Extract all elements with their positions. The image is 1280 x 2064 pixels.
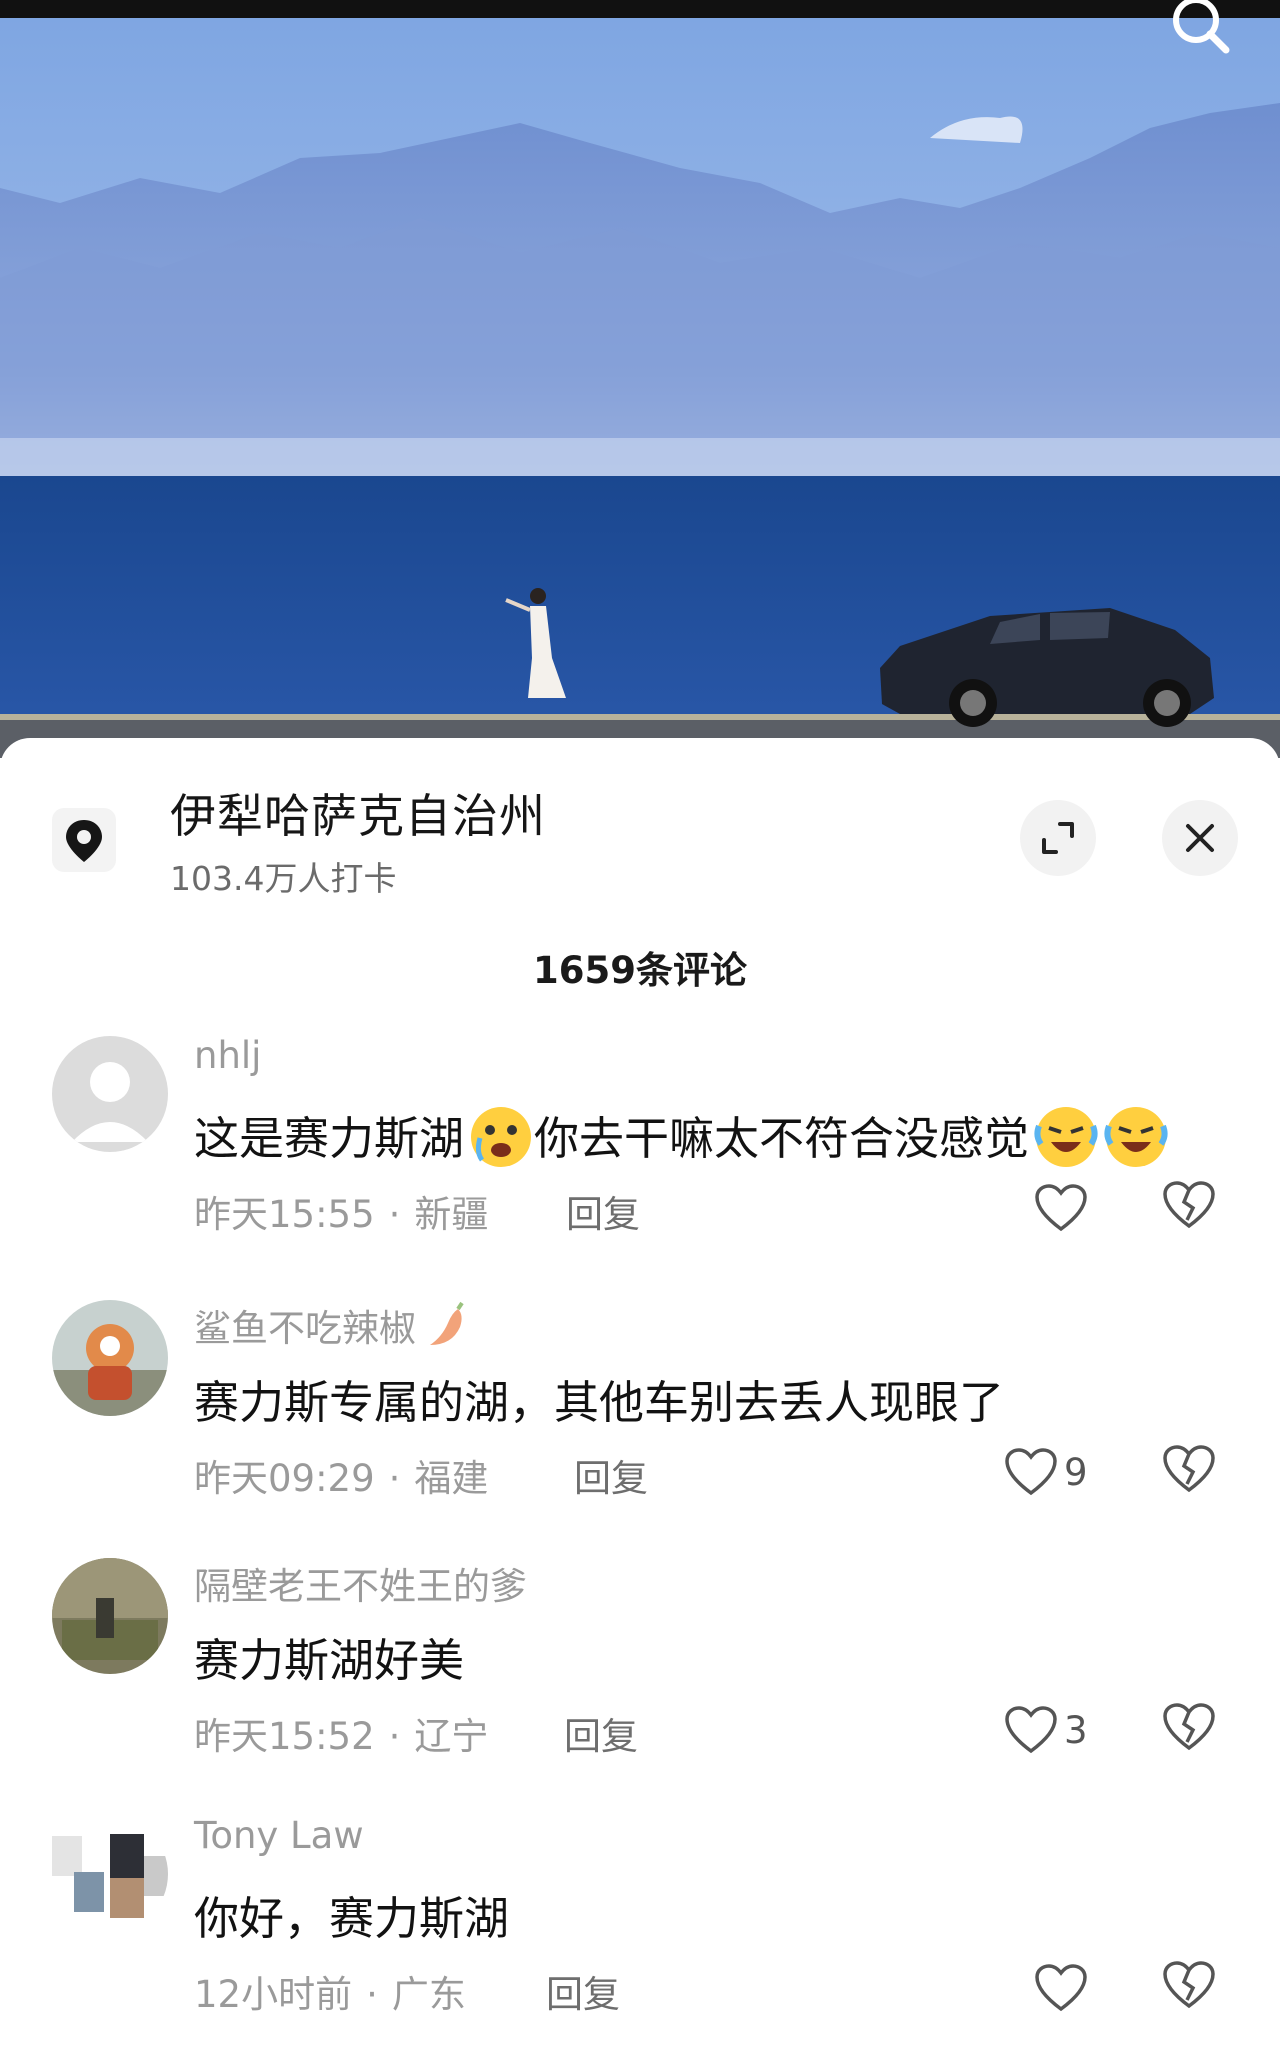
like-count: 3 [1064, 1708, 1088, 1752]
meta-separator: · [366, 1973, 378, 2016]
comment-username[interactable]: nhlj [194, 1034, 261, 1077]
laugh-cry-emoji-icon [1103, 1104, 1169, 1181]
broken-heart-icon [1163, 1961, 1215, 2009]
expand-icon [1042, 822, 1074, 854]
comment-meta: 12小时前 · 广东 [194, 1964, 466, 2018]
comment-item: Tony Law 你好，赛力斯湖 12小时前 · 广东 回复 [0, 1814, 1280, 2056]
comment-region: 新疆 [414, 1193, 489, 1236]
comment-text: 这是赛力斯湖 你去干嘛太不符合没感觉 [194, 1102, 1169, 1181]
comment-time: 昨天15:55 [194, 1193, 375, 1236]
avatar[interactable] [52, 1558, 168, 1674]
comment-text: 赛力斯湖好美 [194, 1634, 465, 1687]
meta-separator: · [388, 1715, 401, 1758]
comment-region: 福建 [414, 1457, 489, 1500]
reply-button[interactable]: 回复 [546, 1964, 620, 2018]
reply-button[interactable]: 回复 [574, 1448, 648, 1502]
comment-time: 昨天09:29 [194, 1457, 375, 1500]
chili-pepper-icon [420, 1301, 470, 1360]
dislike-button[interactable] [1162, 1960, 1218, 2016]
expand-button[interactable] [1020, 800, 1096, 876]
comment-meta: 昨天15:52 · 辽宁 [194, 1706, 488, 1760]
laugh-cry-emoji-icon [1033, 1104, 1099, 1181]
search-icon [1173, 0, 1230, 54]
comment-text: 你好，赛力斯湖 [194, 1892, 510, 1945]
comment-meta: 昨天15:55 · 新疆 [194, 1184, 488, 1238]
reply-button[interactable]: 回复 [564, 1706, 638, 1760]
location-name[interactable]: 伊犁哈萨克自治州 [170, 780, 546, 846]
comment-username[interactable]: Tony Law [194, 1814, 364, 1857]
broken-heart-icon [1163, 1181, 1215, 1229]
username-text: 鲨鱼不吃辣椒 [194, 1307, 416, 1350]
dislike-button[interactable] [1162, 1702, 1218, 1758]
avatar[interactable] [52, 1036, 168, 1152]
comment-text-part: 你去干嘛太不符合没感觉 [534, 1112, 1030, 1165]
location-pin-icon [66, 820, 102, 862]
dislike-button[interactable] [1162, 1180, 1218, 1236]
heart-icon [1005, 1706, 1057, 1754]
location-pin-button[interactable] [52, 808, 116, 872]
heart-icon [1035, 1184, 1087, 1232]
meta-separator: · [388, 1457, 401, 1500]
avatar[interactable] [52, 1300, 168, 1416]
like-button[interactable] [1034, 1960, 1094, 2016]
dislike-button[interactable] [1162, 1444, 1218, 1500]
close-icon [1186, 824, 1214, 852]
location-cover-image[interactable] [0, 18, 1280, 758]
comment-text-part: 这是赛力斯湖 [194, 1112, 465, 1165]
like-count: 9 [1064, 1450, 1088, 1494]
broken-heart-icon [1163, 1445, 1215, 1493]
comment-username[interactable]: 隔壁老王不姓王的爹 [194, 1556, 527, 1610]
comments-count: 1659条评论 [533, 949, 747, 992]
like-button[interactable]: 3 [1004, 1702, 1088, 1758]
broken-heart-icon [1163, 1703, 1215, 1751]
comment-time: 12小时前 [194, 1973, 353, 2016]
comment-meta: 昨天09:29 · 福建 [194, 1448, 488, 1502]
avatar[interactable] [52, 1816, 168, 1932]
crying-emoji-icon [468, 1104, 534, 1181]
like-button[interactable]: 9 [1004, 1444, 1088, 1500]
heart-icon [1035, 1964, 1087, 2012]
comment-region: 辽宁 [414, 1715, 489, 1758]
search-button[interactable] [1160, 0, 1240, 60]
comment-region: 广东 [391, 1973, 466, 2016]
comment-item: nhlj 这是赛力斯湖 你去干嘛太不符合没感觉 昨天15:55 · 新疆 回复 [0, 1034, 1280, 1276]
comment-item: 隔壁老王不姓王的爹 赛力斯湖好美 昨天15:52 · 辽宁 回复 3 [0, 1558, 1280, 1798]
comment-text: 赛力斯专属的湖，其他车别去丢人现眼了 [194, 1376, 1005, 1429]
comment-item: 鲨鱼不吃辣椒 赛力斯专属的湖，其他车别去丢人现眼了 昨天09:29 · 福建 回复 … [0, 1300, 1280, 1540]
comment-username[interactable]: 鲨鱼不吃辣椒 [194, 1298, 470, 1360]
status-bar [0, 0, 1280, 18]
reply-button[interactable]: 回复 [566, 1184, 640, 1238]
comment-time: 昨天15:52 [194, 1715, 375, 1758]
close-button[interactable] [1162, 800, 1238, 876]
like-button[interactable] [1034, 1180, 1094, 1236]
heart-icon [1005, 1448, 1057, 1496]
meta-separator: · [388, 1193, 401, 1236]
checkin-count: 103.4万人打卡 [170, 859, 397, 898]
